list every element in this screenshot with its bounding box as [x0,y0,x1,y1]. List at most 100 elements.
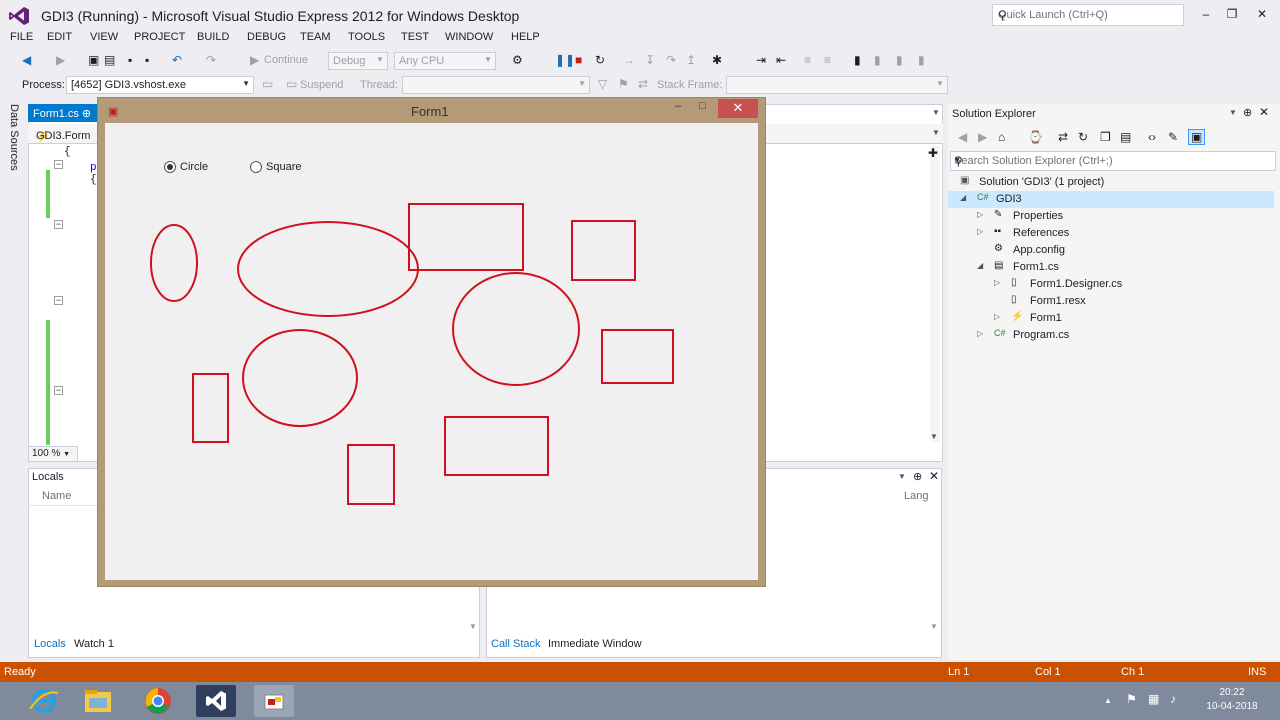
chevron-down-icon[interactable]: ▼ [954,157,1271,164]
continue-button[interactable]: Continue [264,54,308,66]
continue-icon[interactable]: ▶ [250,53,259,67]
menu-tools[interactable]: TOOLS [348,31,385,43]
show-all-files-icon[interactable]: ▤ [1120,130,1131,144]
chevron-down-icon[interactable]: ▼ [932,128,940,137]
lifecycle-events-icon[interactable]: ▭ [262,77,273,91]
view-code-icon[interactable]: ‹› [1148,130,1156,144]
thread-dropdown[interactable]: ▼ [402,76,590,94]
home-icon[interactable]: ⌂ [998,130,1005,144]
chevron-down-icon[interactable]: ▼ [932,108,940,117]
editor-vertical-scrollbar[interactable] [930,146,940,442]
menu-file[interactable]: FILE [10,31,33,43]
expand-arrow-icon[interactable]: ▷ [977,329,983,338]
restore-button[interactable]: ❐ [1218,4,1246,24]
show-hidden-icons-icon[interactable]: ▲ [1104,696,1112,705]
comment-icon[interactable]: ≡ [804,53,811,67]
menu-test[interactable]: TEST [401,31,429,43]
pin-icon[interactable]: ⊕ [82,108,91,120]
close-icon[interactable]: ✕ [929,469,939,483]
collapse-arrow-icon[interactable]: ◢ [977,261,983,270]
bookmark-icon[interactable]: ▮ [854,53,861,67]
scroll-down-icon[interactable]: ▼ [469,622,477,631]
network-icon[interactable]: ▦ [1148,692,1159,706]
indent-icon[interactable]: ⇥ [756,53,766,67]
redo-icon[interactable]: ↷ [206,53,216,67]
step-over-icon[interactable]: ↷ [666,53,676,67]
form1-maximize-button[interactable]: □ [699,100,706,112]
back-icon[interactable]: ◀ [958,130,967,144]
form1-app-taskbar-icon[interactable] [254,685,294,717]
scroll-down-icon[interactable]: ▼ [930,432,938,441]
chevron-down-icon[interactable]: ▼ [898,472,906,481]
collapse-arrow-icon[interactable]: ◢ [960,193,966,202]
taskbar-clock[interactable]: 20:22 10-04-2018 [1192,686,1272,714]
internet-explorer-icon[interactable] [24,685,64,717]
expand-arrow-icon[interactable]: ▷ [994,278,1000,287]
menu-view[interactable]: VIEW [90,31,118,43]
visual-studio-taskbar-icon[interactable] [196,685,236,717]
forward-icon[interactable]: ▶ [56,53,65,67]
forward-icon[interactable]: ▶ [978,130,987,144]
collapse-icon[interactable]: − [54,296,63,305]
platform-dropdown[interactable]: Any CPU ▼ [394,52,496,70]
minimize-button[interactable]: – [1192,4,1220,24]
clear-bookmarks-icon[interactable]: ▮ [918,53,925,67]
menu-debug[interactable]: DEBUG [247,31,286,43]
file-explorer-icon[interactable] [78,685,118,717]
form1-close-button[interactable]: ✕ [718,99,758,118]
break-all-icon[interactable]: ❚❚ [555,53,575,67]
restart-icon[interactable]: ↻ [595,53,605,67]
stack-frame-dropdown[interactable]: ▼ [726,76,948,94]
collapse-all-icon[interactable]: ❐ [1100,130,1111,144]
preview-icon[interactable]: ▣ [1188,129,1206,145]
undo-icon[interactable]: ↶ [172,53,182,67]
menu-project[interactable]: PROJECT [134,31,185,43]
data-sources-tab[interactable]: Data Sources [8,104,20,171]
close-button[interactable]: ✕ [1248,4,1276,24]
sync-icon[interactable]: ⇄ [1058,130,1068,144]
refresh-icon[interactable]: ↻ [1078,130,1088,144]
tree-item-solution[interactable]: ▣ Solution 'GDI3' (1 project) [948,174,1280,191]
flag-icon[interactable]: ⚑ [618,77,629,91]
call-stack-language-column[interactable]: Lang [904,490,928,502]
pending-changes-icon[interactable]: ⌚ [1028,130,1043,144]
document-tab-form1-cs[interactable]: Form1.cs ⊕ [28,104,100,122]
solution-explorer-search[interactable]: Search Solution Explorer (Ctrl+;) ⚲ ▼ [950,151,1276,171]
menu-window[interactable]: WINDOW [445,31,493,43]
process-dropdown[interactable]: [4652] GDI3.vshost.exe ▼ [66,76,254,94]
quick-launch-input[interactable]: Quick Launch (Ctrl+Q) ⚲ [992,4,1184,26]
show-next-statement-icon[interactable]: → [623,53,635,67]
next-bookmark-icon[interactable]: ▮ [896,53,903,67]
open-file-icon[interactable]: ▤ [104,53,115,67]
hex-display-icon[interactable]: ✱ [712,53,722,67]
tree-item-project[interactable]: ◢ C# GDI3 [948,191,1274,208]
tab-immediate-window[interactable]: Immediate Window [548,638,642,650]
action-center-icon[interactable]: ⚑ [1126,692,1137,706]
properties-icon[interactable]: ✎ [1168,130,1178,144]
back-icon[interactable]: ◀ [22,53,31,67]
tab-watch-1[interactable]: Watch 1 [74,638,114,650]
uncomment-icon[interactable]: ≡ [824,53,831,67]
outdent-icon[interactable]: ⇤ [776,53,786,67]
filter-icon[interactable]: ▽ [598,77,607,91]
step-out-icon[interactable]: ↥ [686,53,696,67]
tab-call-stack[interactable]: Call Stack [491,638,541,650]
stop-icon[interactable]: ■ [575,53,582,67]
pin-icon[interactable]: ⊕ [1243,106,1252,119]
save-icon[interactable]: ▪ [128,53,132,67]
tab-locals[interactable]: Locals [34,638,66,650]
step-into-icon[interactable]: ↧ [645,53,655,67]
prev-bookmark-icon[interactable]: ▮ [874,53,881,67]
menu-build[interactable]: BUILD [197,31,229,43]
expand-arrow-icon[interactable]: ▷ [977,227,983,236]
chevron-down-icon[interactable]: ▼ [1229,108,1237,117]
collapse-icon[interactable]: − [54,386,63,395]
expand-arrow-icon[interactable]: ▷ [977,210,983,219]
menu-edit[interactable]: EDIT [47,31,72,43]
volume-icon[interactable]: ♪ [1170,692,1176,706]
collapse-icon[interactable]: − [54,160,63,169]
expand-arrow-icon[interactable]: ▷ [994,312,1000,321]
pin-icon[interactable]: ⊕ [913,470,922,483]
attach-icon[interactable]: ⚙ [512,53,523,67]
chrome-icon[interactable] [138,685,178,717]
